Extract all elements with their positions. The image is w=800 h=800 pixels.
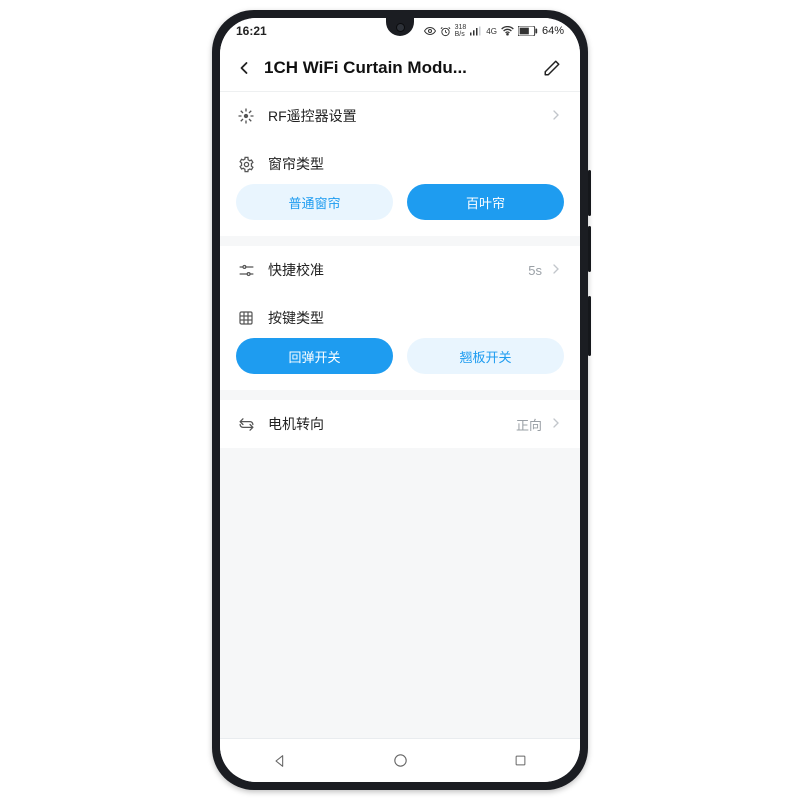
row-rf-remote[interactable]: RF遥控器设置 [220, 92, 580, 140]
status-network: 4G [486, 27, 497, 36]
row-motor-direction[interactable]: 电机转向 正向 [220, 400, 580, 448]
title-bar: 1CH WiFi Curtain Modu... [220, 44, 580, 92]
edit-button[interactable] [534, 50, 570, 86]
key-type-label: 按键类型 [268, 308, 564, 328]
keypad-icon [236, 308, 256, 328]
circle-home-icon [392, 752, 409, 769]
segment-blinds[interactable]: 百叶帘 [407, 184, 564, 220]
nav-home-button[interactable] [370, 745, 430, 777]
motor-value: 正向 [516, 415, 542, 434]
back-button[interactable] [226, 50, 262, 86]
rf-icon [236, 106, 256, 126]
quick-cal-label: 快捷校准 [268, 260, 528, 280]
android-nav-bar [220, 738, 580, 782]
gear-icon [236, 154, 256, 174]
alarm-icon [440, 26, 451, 37]
signal-icon [470, 26, 482, 36]
chevron-right-icon [548, 261, 564, 280]
chevron-right-icon [548, 107, 564, 126]
rf-label: RF遥控器设置 [268, 106, 548, 126]
nav-recent-button[interactable] [490, 745, 550, 777]
motor-label: 电机转向 [268, 414, 516, 434]
sliders-icon [236, 260, 256, 280]
triangle-back-icon [272, 753, 288, 769]
power-button [588, 296, 591, 356]
quick-cal-value: 5s [528, 263, 542, 278]
segment-rocker-switch[interactable]: 翘板开关 [407, 338, 564, 374]
screen: 16:21 318 B/s 4G [220, 18, 580, 782]
swap-icon [236, 414, 256, 434]
chevron-right-icon [548, 415, 564, 434]
volume-up-button [588, 170, 591, 216]
row-key-type: 按键类型 [220, 294, 580, 334]
row-quick-calibration[interactable]: 快捷校准 5s [220, 246, 580, 294]
status-speed: 318 B/s [455, 24, 467, 38]
pencil-icon [543, 59, 561, 77]
square-recent-icon [513, 753, 528, 768]
status-right: 318 B/s 4G 64% [424, 24, 564, 38]
card-motor: 电机转向 正向 [220, 400, 580, 448]
curtain-type-label: 窗帘类型 [268, 154, 564, 174]
page-title: 1CH WiFi Curtain Modu... [262, 58, 534, 78]
status-battery: 64% [542, 25, 564, 37]
battery-icon [518, 26, 538, 36]
segment-rebound-switch[interactable]: 回弹开关 [236, 338, 393, 374]
key-type-segment: 回弹开关 翘板开关 [220, 334, 580, 390]
nav-back-button[interactable] [250, 745, 310, 777]
segment-normal-curtain[interactable]: 普通窗帘 [236, 184, 393, 220]
wifi-icon [501, 26, 514, 36]
curtain-type-segment: 普通窗帘 百叶帘 [220, 180, 580, 236]
content: RF遥控器设置 窗帘类型 普通窗帘 百叶帘 [220, 92, 580, 738]
eye-icon [424, 26, 436, 36]
status-time: 16:21 [236, 24, 267, 38]
card-rf-and-curtain: RF遥控器设置 窗帘类型 普通窗帘 百叶帘 [220, 92, 580, 236]
card-calibration-and-key: 快捷校准 5s 按键类型 回弹开关 翘板开关 [220, 246, 580, 390]
phone-frame: 16:21 318 B/s 4G [212, 10, 588, 790]
volume-down-button [588, 226, 591, 272]
row-curtain-type: 窗帘类型 [220, 140, 580, 180]
chevron-left-icon [234, 58, 254, 78]
